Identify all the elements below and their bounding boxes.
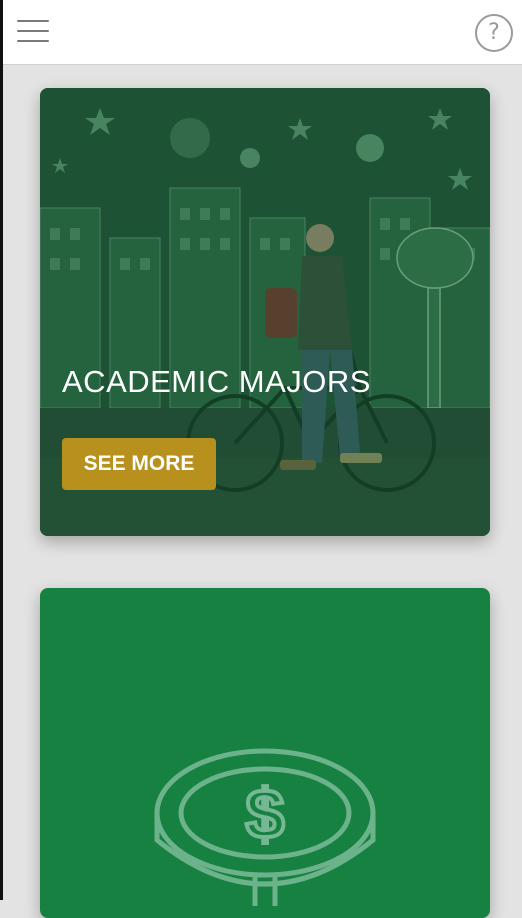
hamburger-menu-icon[interactable] (17, 20, 49, 44)
dollar-coin-icon: $ (154, 748, 376, 906)
window-edge (0, 0, 3, 900)
card-title: ACADEMIC MAJORS (62, 364, 371, 399)
financial-card[interactable]: $ (40, 588, 490, 918)
academic-majors-card[interactable]: ACADEMIC MAJORS SEE MORE (40, 88, 490, 536)
top-app-bar: ? (3, 0, 522, 65)
help-icon[interactable]: ? (475, 14, 513, 52)
svg-text:$: $ (246, 775, 285, 853)
see-more-button[interactable]: SEE MORE (62, 438, 216, 490)
